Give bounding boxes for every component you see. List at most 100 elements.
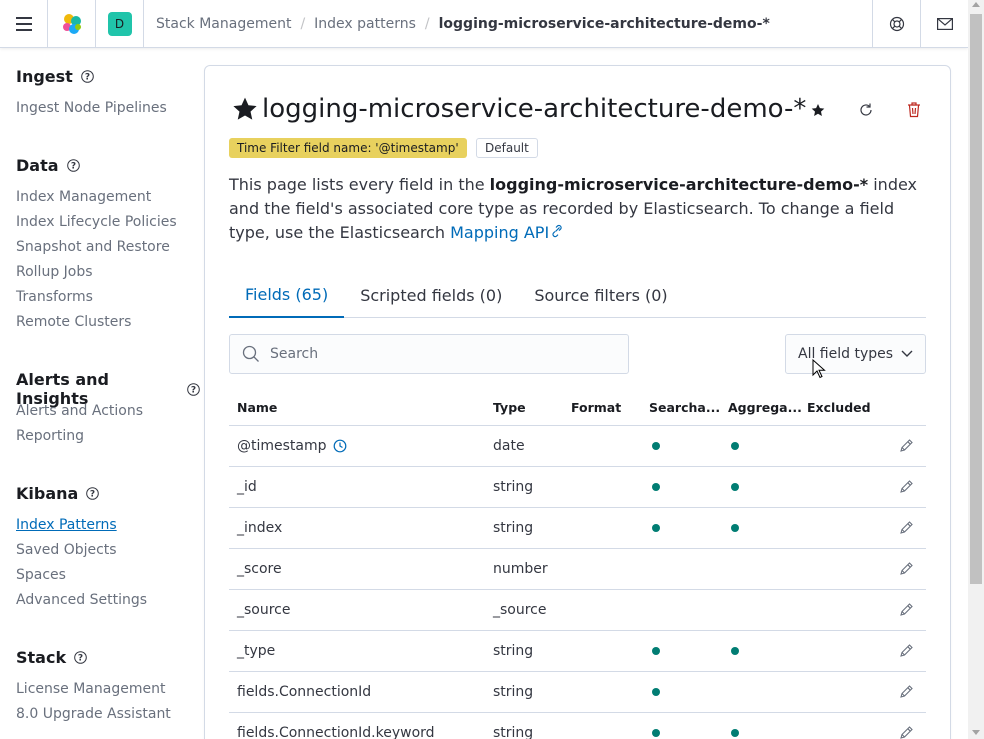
field-name: fields.ConnectionId [237, 684, 372, 700]
aggregatable-indicator [731, 524, 739, 532]
question-icon[interactable]: ? [74, 651, 87, 664]
sidebar-item-ingest-node-pipelines[interactable]: Ingest Node Pipelines [16, 100, 167, 116]
column-header-aggregatable[interactable]: Aggrega... [728, 400, 807, 415]
sidebar-item-alerts-actions[interactable]: Alerts and Actions [16, 403, 143, 419]
scroll-down-arrow-icon[interactable] [972, 730, 980, 735]
field-aggregatable-cell [728, 647, 807, 655]
edit-field-button[interactable] [886, 438, 926, 454]
edit-field-button[interactable] [886, 684, 926, 700]
field-name: @timestamp [237, 438, 327, 454]
page-description: This page lists every field in the loggi… [229, 173, 929, 245]
scrollbar-thumb[interactable] [970, 14, 982, 584]
field-name: _index [237, 520, 283, 536]
sidebar-item-reporting[interactable]: Reporting [16, 428, 84, 444]
menu-button[interactable] [0, 0, 48, 48]
sidebar-item-snapshot-restore[interactable]: Snapshot and Restore [16, 239, 170, 255]
table-header: Name Type Format Searcha... Aggrega... E… [229, 390, 926, 426]
table-row: @timestamp date [229, 426, 926, 467]
searchable-indicator [652, 647, 660, 655]
field-name-cell: fields.ConnectionId [229, 684, 493, 700]
column-header-type[interactable]: Type [493, 400, 571, 415]
field-type-cell: _source [493, 602, 547, 618]
sidebar-item-remote-clusters[interactable]: Remote Clusters [16, 314, 131, 330]
search-input[interactable] [270, 346, 610, 362]
page-title-text: logging-microservice-architecture-demo-* [262, 94, 807, 124]
field-name-cell: fields.ConnectionId.keyword [229, 725, 493, 739]
field-searchable-cell [649, 483, 728, 491]
field-name-cell: _type [229, 643, 493, 659]
sidebar-item-license-management[interactable]: License Management [16, 681, 165, 697]
mapping-api-link[interactable]: Mapping API [450, 223, 565, 242]
searchable-indicator [652, 688, 660, 696]
field-type-cell: number [493, 561, 548, 577]
star-filled-icon [233, 97, 257, 120]
field-name-cell: @timestamp [229, 438, 493, 454]
table-row: _type string [229, 631, 926, 672]
edit-field-button[interactable] [886, 725, 926, 739]
field-aggregatable-cell [728, 729, 807, 737]
question-icon[interactable]: ? [187, 382, 200, 396]
sidebar-item-upgrade-assistant[interactable]: 8.0 Upgrade Assistant [16, 706, 171, 722]
question-icon[interactable]: ? [86, 487, 100, 500]
space-selector[interactable]: D [96, 0, 144, 48]
sidebar-item-advanced-settings[interactable]: Advanced Settings [16, 592, 147, 608]
field-search-box [229, 334, 629, 374]
pencil-icon [900, 603, 913, 616]
question-icon[interactable]: ? [81, 70, 94, 83]
star-icon [811, 104, 825, 116]
field-searchable-cell [649, 442, 728, 450]
trash-icon [908, 102, 920, 118]
nav-group-title: Ingest [16, 67, 73, 86]
sidebar-item-index-management[interactable]: Index Management [16, 189, 151, 205]
sidebar-item-transforms[interactable]: Transforms [16, 289, 93, 305]
sidebar-item-index-lifecycle-policies[interactable]: Index Lifecycle Policies [16, 214, 177, 230]
edit-field-button[interactable] [886, 602, 926, 618]
column-header-searchable[interactable]: Searcha... [649, 400, 728, 415]
pencil-icon [900, 562, 913, 575]
sidebar-item-index-patterns[interactable]: Index Patterns [16, 517, 117, 533]
svg-text:?: ? [85, 73, 90, 83]
field-aggregatable-cell [728, 483, 807, 491]
edit-field-button[interactable] [886, 479, 926, 495]
set-default-button[interactable] [808, 96, 828, 128]
column-header-excluded[interactable]: Excluded [807, 400, 886, 415]
pencil-icon [900, 480, 913, 493]
sidebar-item-spaces[interactable]: Spaces [16, 567, 66, 583]
elastic-logo[interactable] [48, 0, 96, 48]
edit-field-button[interactable] [886, 561, 926, 577]
edit-field-button[interactable] [886, 520, 926, 536]
scroll-up-arrow-icon[interactable] [972, 2, 980, 7]
elastic-logo-icon [62, 13, 81, 34]
sidebar-item-rollup-jobs[interactable]: Rollup Jobs [16, 264, 93, 280]
tab-fields[interactable]: Fields (65) [229, 272, 345, 318]
breadcrumb-index-patterns[interactable]: Index patterns [314, 16, 416, 32]
edit-field-button[interactable] [886, 643, 926, 659]
pencil-icon [900, 685, 913, 698]
tab-source-filters[interactable]: Source filters (0) [518, 272, 683, 318]
field-type-filter[interactable]: All field types [785, 334, 926, 374]
field-name: _id [237, 479, 257, 495]
description-text: This page lists every field in the [229, 175, 490, 194]
description-index-name: logging-microservice-architecture-demo-* [489, 175, 869, 194]
page-scrollbar[interactable] [968, 0, 984, 739]
help-menu-button[interactable] [872, 0, 920, 48]
tab-scripted-fields[interactable]: Scripted fields (0) [344, 272, 518, 318]
field-type-cell: string [493, 643, 534, 659]
pencil-icon [900, 521, 913, 534]
refresh-fields-button[interactable] [856, 96, 876, 128]
column-header-name[interactable]: Name [229, 400, 493, 415]
sidebar-item-saved-objects[interactable]: Saved Objects [16, 542, 117, 558]
question-icon[interactable]: ? [66, 159, 80, 172]
nav-group-kibana: Kibana ? [16, 484, 100, 503]
column-header-format[interactable]: Format [571, 400, 649, 415]
fields-table: Name Type Format Searcha... Aggrega... E… [229, 390, 926, 739]
delete-index-pattern-button[interactable] [904, 96, 924, 128]
field-name-cell: _id [229, 479, 493, 495]
table-row: _index string [229, 508, 926, 549]
breadcrumb-stack-management[interactable]: Stack Management [156, 16, 291, 32]
newsfeed-button[interactable] [920, 0, 968, 48]
lifebuoy-icon [889, 16, 904, 31]
field-type-cell: string [493, 684, 534, 700]
nav-group-stack: Stack ? [16, 648, 87, 667]
field-searchable-cell [649, 524, 728, 532]
